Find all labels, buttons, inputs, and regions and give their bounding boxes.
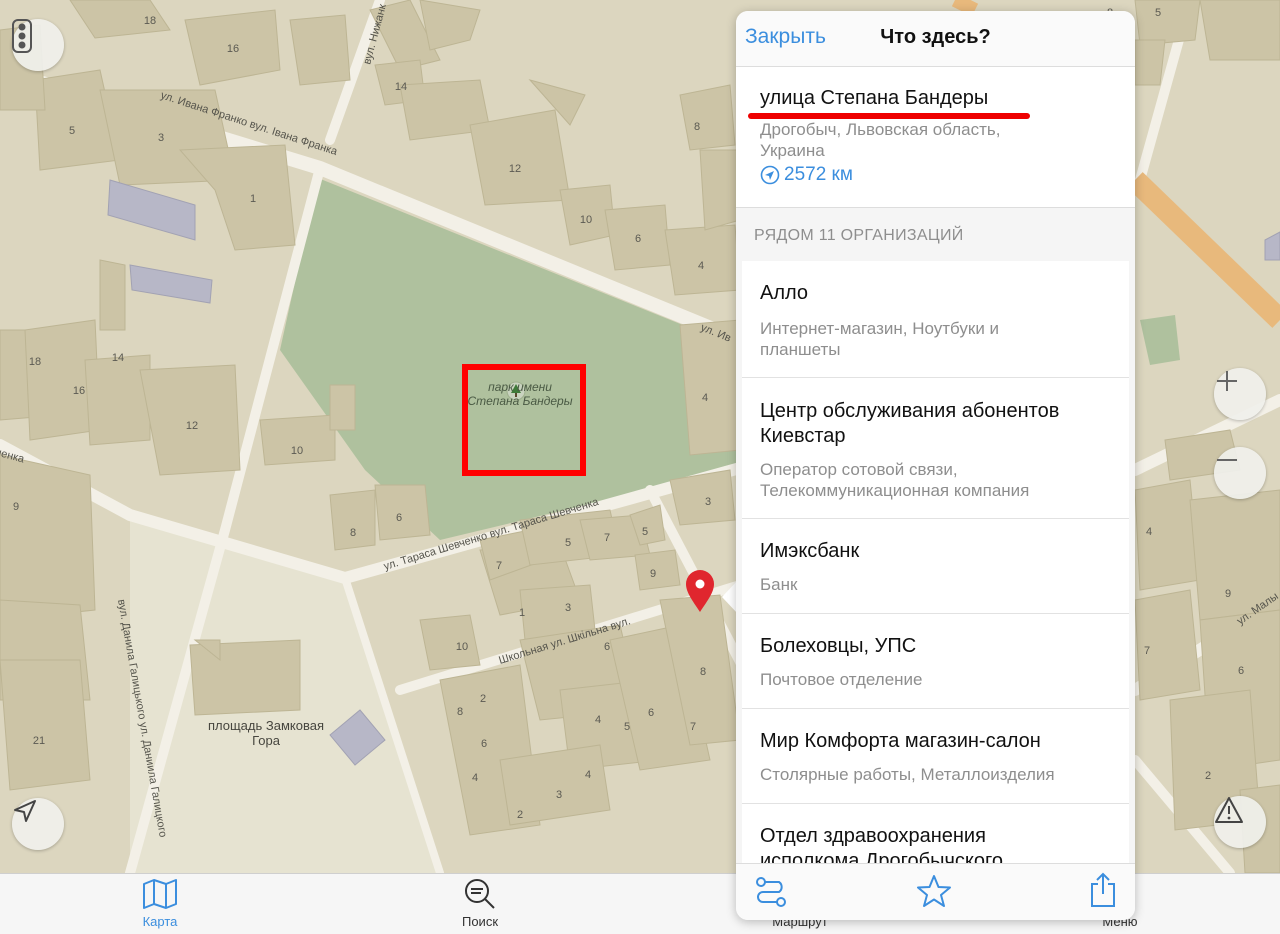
traffic-button[interactable] [12,19,64,71]
svg-text:16: 16 [227,43,239,55]
square-label: площадь Замковая Гора [207,718,324,748]
svg-text:9: 9 [13,501,19,513]
list-item[interactable]: Имэксбанк Банк [742,519,1129,614]
tab-label: Карта [142,914,178,929]
panel-toolbar [736,863,1135,920]
svg-text:2: 2 [517,809,523,821]
item-title: Имэксбанк [760,540,860,562]
star-icon[interactable] [916,874,952,908]
svg-text:6: 6 [396,512,402,524]
svg-text:6: 6 [481,738,487,750]
plus-icon [1217,371,1237,391]
svg-text:4: 4 [595,714,601,726]
svg-text:7: 7 [496,560,502,572]
item-subtitle: Банк [760,575,798,594]
region-text: Дрогобыч, Львовская область, Украина [760,120,1001,160]
compass-icon [760,165,780,185]
svg-text:5: 5 [69,125,75,137]
list-item[interactable]: Алло Интернет-магазин, Ноутбуки и планше… [742,261,1129,378]
svg-text:3: 3 [565,602,571,614]
svg-text:8: 8 [457,706,463,718]
svg-text:14: 14 [112,352,124,364]
svg-text:1: 1 [250,193,256,205]
tab-search[interactable]: Поиск [420,874,540,934]
item-subtitle: Столярные работы, Металлоизделия [760,765,1055,784]
item-title: Центр обслуживания абонентов Киевстар [760,400,1060,447]
svg-text:12: 12 [186,420,198,432]
route-icon[interactable] [754,875,788,909]
search-icon [465,879,495,909]
svg-text:10: 10 [580,214,592,226]
svg-text:4: 4 [702,392,708,404]
list-item[interactable]: Центр обслуживания абонентов Киевстар Оп… [742,378,1129,519]
svg-text:6: 6 [604,641,610,653]
svg-text:8: 8 [350,527,356,539]
svg-text:14: 14 [395,81,407,93]
svg-text:7: 7 [1144,645,1150,657]
svg-text:6: 6 [1238,665,1244,677]
svg-text:1: 1 [519,607,525,619]
svg-text:5: 5 [642,526,648,538]
svg-text:18: 18 [29,356,41,368]
item-subtitle: Оператор сотовой связи, Телекоммуникацио… [760,460,1030,500]
svg-text:18: 18 [144,15,156,27]
tab-label: Поиск [461,914,499,929]
panel-title: Что здесь? [880,26,991,48]
svg-text:4: 4 [472,772,478,784]
svg-text:6: 6 [635,233,641,245]
svg-text:12: 12 [509,163,521,175]
svg-text:5: 5 [565,537,571,549]
street-name: улица Степана Бандеры [760,87,989,109]
warning-icon [1215,797,1243,823]
park-highlight-box [462,364,586,476]
svg-text:4: 4 [698,260,704,272]
item-title: Болеховцы, УПС [760,635,917,657]
svg-text:2: 2 [1205,770,1211,782]
list-item[interactable]: Болеховцы, УПС Почтовое отделение [742,614,1129,709]
organization-list: Алло Интернет-магазин, Ноутбуки и планше… [742,261,1129,884]
report-button[interactable] [1214,796,1266,848]
svg-text:4: 4 [585,769,591,781]
svg-text:9: 9 [1225,588,1231,600]
svg-text:9: 9 [650,568,656,580]
zoom-out-button[interactable] [1214,447,1266,499]
distance-row: 2572 км [760,164,853,186]
minus-icon [1217,459,1237,461]
item-title: Мир Комфорта магазин-салон [760,730,1041,752]
tab-map[interactable]: Карта [100,874,220,934]
item-subtitle: Почтовое отделение [760,670,923,689]
section-header: РЯДОМ 11 ОРГАНИЗАЦИЙ [754,227,964,244]
svg-text:4: 4 [1146,526,1152,538]
svg-text:3: 3 [158,132,164,144]
item-title: Алло [760,282,809,304]
panel-header: Закрыть Что здесь? [736,11,1135,67]
svg-text:3: 3 [705,496,711,508]
svg-text:8: 8 [700,666,706,678]
zoom-in-button[interactable] [1214,368,1266,420]
list-item[interactable]: Мир Комфорта магазин-салон Столярные раб… [742,709,1129,804]
svg-text:2: 2 [480,693,486,705]
svg-text:6: 6 [648,707,654,719]
svg-text:5: 5 [624,721,630,733]
svg-text:7: 7 [604,532,610,544]
svg-text:8: 8 [694,121,700,133]
svg-text:5: 5 [1155,7,1161,19]
svg-text:16: 16 [73,385,85,397]
svg-text:10: 10 [456,641,468,653]
address-section[interactable]: улица Степана Бандеры Дрогобыч, Львовска… [736,67,1135,208]
share-icon[interactable] [1088,872,1118,908]
locate-button[interactable] [12,798,64,850]
svg-text:7: 7 [690,721,696,733]
svg-text:3: 3 [556,789,562,801]
distance-value: 2572 км [784,164,853,185]
what-is-here-panel: Закрыть Что здесь? улица Степана Бандеры… [736,11,1135,920]
location-arrow-icon [14,800,36,822]
svg-text:10: 10 [291,445,303,457]
item-subtitle: Интернет-магазин, Ноутбуки и планшеты [760,319,1000,359]
svg-text:21: 21 [33,735,45,747]
map-icon [143,879,177,909]
traffic-light-icon [12,19,32,53]
